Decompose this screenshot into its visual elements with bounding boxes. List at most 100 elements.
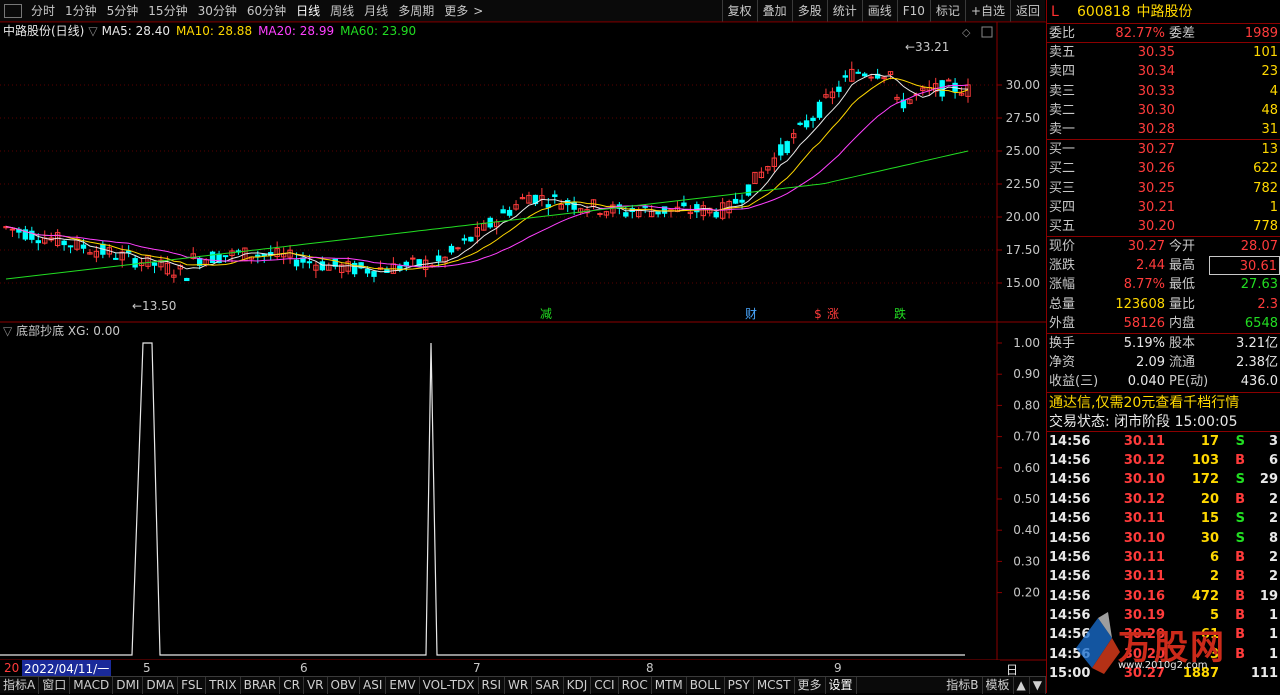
indicator-tab[interactable]: CR (280, 676, 304, 694)
tick-volume: 2 (1209, 569, 1219, 585)
candle-body (500, 209, 506, 214)
weicha-value: 1989 (1244, 26, 1278, 41)
indicator-tab[interactable]: MCST (754, 676, 795, 694)
stat-value: 28.07 (1240, 239, 1278, 255)
fundamental-row: 收益(三) 0.040 PE(动) 436.0 (1047, 372, 1280, 391)
tick-row: 14:56 30.12 20 B 2 (1047, 490, 1280, 509)
candle-body (655, 211, 661, 215)
indicator-tab[interactable]: VOL-TDX (420, 676, 479, 694)
y-tick-label: 0.60 (1013, 461, 1040, 475)
indicator-tab[interactable]: 指标B (943, 676, 983, 694)
tick-count: 2 (1268, 491, 1278, 507)
stat-value: 5.19% (1123, 336, 1165, 351)
fundamental-stats: 换手 5.19% 股本 3.21亿 净资 2.09 流通 2.38亿 收益(三) 0.040 PE(… (1047, 334, 1280, 392)
indicator-tab[interactable]: 窗口 (39, 676, 71, 694)
ask-price: 30.35 (1137, 45, 1175, 61)
indicator-tab[interactable]: DMI (113, 676, 144, 694)
stat-label: 今开 (1169, 239, 1196, 255)
ask-label: 卖二 (1049, 102, 1076, 118)
bid-label: 买五 (1049, 218, 1076, 234)
candle-body (803, 120, 810, 128)
indicator-tab[interactable]: BOLL (687, 676, 725, 694)
candle-body (784, 141, 790, 154)
tick-row: 14:56 30.16 472 B 19 (1047, 587, 1280, 606)
y-tick-label: 1.00 (1013, 336, 1040, 350)
indicator-tab[interactable]: TRIX (206, 676, 241, 694)
stat-row: 涨跌 2.44 最高 30.61 (1047, 256, 1280, 276)
tick-count: 8 (1268, 530, 1278, 546)
chevron-down-icon[interactable]: ▽ (3, 324, 12, 338)
bid-price: 30.25 (1137, 180, 1175, 196)
indicator-tab[interactable]: WR (505, 676, 533, 694)
candle-body (816, 101, 823, 118)
candle-body (868, 76, 874, 79)
y-tick-label: 0.40 (1013, 523, 1040, 537)
candle-body (939, 80, 945, 97)
indicator-tab[interactable]: RSI (479, 676, 506, 694)
upgrade-ad-link[interactable]: 通达信,仅需20元查看千档行情 (1047, 391, 1280, 412)
stat-label: 收益(三) (1049, 374, 1099, 390)
ask-volume: 101 (1253, 45, 1278, 61)
tick-price: 30.12 (1123, 452, 1165, 468)
bid-volume: 782 (1253, 180, 1278, 196)
stat-value: 27.63 (1240, 277, 1278, 293)
indicator-tab[interactable]: FSL (178, 676, 207, 694)
indicator-tab[interactable]: 设置 (826, 676, 857, 694)
tick-price: 30.11 (1123, 549, 1165, 565)
tick-row: 14:56 30.10 30 S 8 (1047, 529, 1280, 548)
indicator-tab[interactable]: CCI (591, 676, 619, 694)
tick-row: 14:56 30.11 15 S 2 (1047, 509, 1280, 528)
bid-label: 买四 (1049, 199, 1076, 215)
stat-row: 涨幅 8.77% 最低 27.63 (1047, 275, 1280, 294)
indicator-tab[interactable]: BRAR (241, 676, 281, 694)
candle-body (597, 213, 603, 216)
indicator-tab[interactable]: DMA (143, 676, 179, 694)
indicator-tab[interactable]: EMV (386, 676, 420, 694)
candle-body (861, 73, 868, 77)
maximize-icon (981, 26, 993, 38)
event-marker: 减 (540, 307, 552, 321)
indicator-tab[interactable]: 指标A (0, 676, 40, 694)
quote-stats: 现价 30.27 今开 28.07 涨跌 2.44 最高 30.61 涨幅 8.77% 最低 27.6… (1047, 237, 1280, 333)
ask-label: 卖三 (1049, 83, 1076, 99)
tick-price: 30.12 (1123, 491, 1165, 507)
indicator-tab[interactable]: ASI (360, 676, 387, 694)
bid-label: 买一 (1049, 142, 1076, 158)
indicator-tab[interactable]: VR (304, 676, 328, 694)
bid-volume: 13 (1261, 142, 1278, 158)
arrow-down-icon[interactable]: ▼ (1030, 676, 1046, 694)
bid-label: 买二 (1049, 161, 1076, 177)
indicator-tab[interactable]: 模板 (983, 676, 1014, 694)
weibi-value: 82.77% (1115, 26, 1165, 41)
arrow-up-icon[interactable]: ▲ (1014, 676, 1030, 694)
stock-header: L 600818 中路股份 (1047, 0, 1280, 24)
y-tick-label: 0.20 (1013, 586, 1040, 600)
candle-body (35, 240, 41, 244)
bid-price: 30.27 (1137, 142, 1175, 158)
tick-side: B (1235, 569, 1245, 585)
tick-row: 14:56 30.10 172 S 29 (1047, 470, 1280, 489)
event-marker: 财 (745, 307, 757, 321)
indicator-tab[interactable]: 更多 (795, 676, 826, 694)
bid-row: 买二 30.26 622 (1047, 159, 1280, 178)
indicator-tab[interactable]: KDJ (564, 676, 592, 694)
indicator-tab[interactable]: MTM (652, 676, 687, 694)
candle-body (797, 122, 803, 125)
stat-label: 外盘 (1049, 315, 1076, 331)
indicator-tab[interactable]: ROC (619, 676, 652, 694)
tick-row: 14:56 30.11 2 B 2 (1047, 567, 1280, 586)
y-tick-label: 30.00 (1006, 78, 1040, 92)
tick-time: 14:56 (1049, 472, 1091, 488)
candle-body (255, 254, 261, 257)
kline-chart[interactable]: 30.00 27.50 25.00 22.50 20.00 17.50 15.00 ←33.2… (0, 0, 1046, 676)
y-tick-label: 0.80 (1013, 398, 1040, 412)
candle-body (468, 236, 474, 242)
indicator-tab[interactable]: MACD (70, 676, 114, 694)
ask-price: 30.30 (1137, 102, 1175, 118)
indicator-tab[interactable]: OBV (328, 676, 361, 694)
weibi-label: 委比 (1049, 26, 1076, 41)
y-tick-label: 17.50 (1006, 243, 1040, 257)
stat-label: 换手 (1049, 336, 1076, 351)
indicator-tab[interactable]: PSY (725, 676, 754, 694)
indicator-tab[interactable]: SAR (532, 676, 564, 694)
